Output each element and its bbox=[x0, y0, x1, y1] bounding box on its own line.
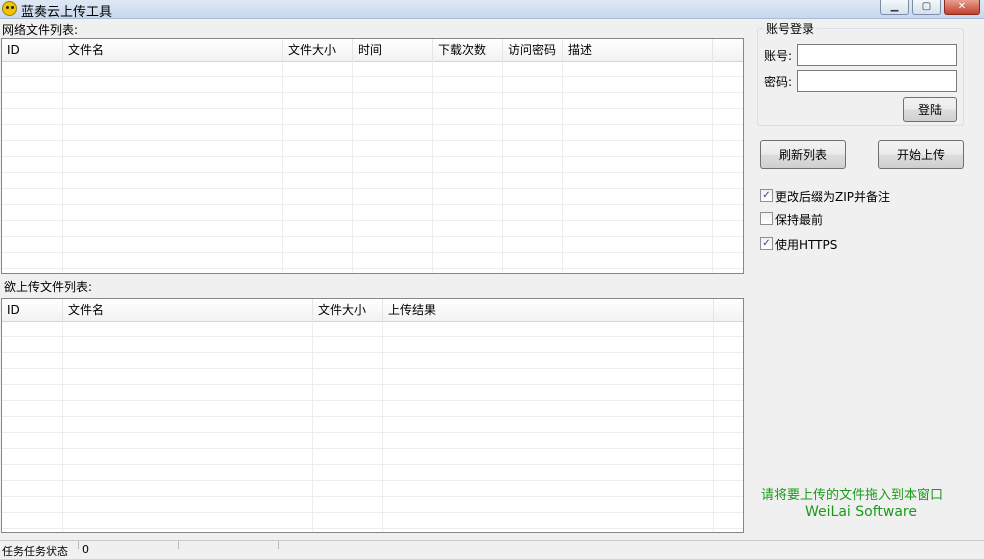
drag-hint-text: 请将要上传的文件拖入到本窗口 bbox=[761, 488, 944, 503]
password-input[interactable] bbox=[797, 70, 957, 92]
column-header-filename[interactable]: 文件名 bbox=[63, 39, 283, 61]
login-button[interactable]: 登陆 bbox=[903, 97, 957, 122]
zip-suffix-label: 更改后缀为ZIP并备注 bbox=[775, 190, 890, 204]
grid-line bbox=[62, 321, 63, 532]
keep-on-top-checkbox[interactable] bbox=[760, 212, 773, 225]
status-segment-count: 0 bbox=[82, 543, 89, 556]
network-list-label: 网络文件列表: bbox=[2, 23, 79, 37]
password-label: 密码: bbox=[764, 75, 793, 89]
title-bar: 蓝奏云上传工具 ▁ ▢ ✕ bbox=[0, 0, 984, 20]
checkmark-icon: ✓ bbox=[762, 238, 771, 249]
upload-file-list[interactable]: ID 文件名 文件大小 上传结果 bbox=[1, 298, 744, 533]
start-upload-button[interactable]: 开始上传 bbox=[878, 140, 964, 169]
grid-line bbox=[282, 61, 283, 273]
close-button[interactable]: ✕ bbox=[944, 0, 980, 15]
column-header-filesize[interactable]: 文件大小 bbox=[313, 299, 383, 321]
grid-line bbox=[713, 321, 714, 532]
app-icon bbox=[2, 1, 17, 16]
grid-line bbox=[502, 61, 503, 273]
account-input[interactable] bbox=[797, 44, 957, 66]
network-list-rows[interactable] bbox=[2, 61, 743, 273]
upload-list-rows[interactable] bbox=[2, 321, 743, 532]
grid-line bbox=[562, 61, 563, 273]
network-list-header: ID 文件名 文件大小 时间 下载次数 访问密码 描述 bbox=[2, 39, 743, 62]
column-header-filename[interactable]: 文件名 bbox=[63, 299, 313, 321]
window-title: 蓝奏云上传工具 bbox=[21, 5, 113, 20]
brand-text: WeiLai Software bbox=[805, 504, 917, 520]
minimize-button[interactable]: ▁ bbox=[880, 0, 909, 15]
login-group-title: 账号登录 bbox=[763, 20, 818, 37]
grid-line bbox=[432, 61, 433, 273]
column-header-upload-result[interactable]: 上传结果 bbox=[383, 299, 714, 321]
column-header-id[interactable]: ID bbox=[2, 299, 63, 321]
upload-list-label: 欲上传文件列表: bbox=[4, 280, 93, 294]
column-header-time[interactable]: 时间 bbox=[353, 39, 433, 61]
grid-line bbox=[312, 321, 313, 532]
checkmark-icon: ✓ bbox=[762, 190, 771, 201]
network-file-list[interactable]: ID 文件名 文件大小 时间 下载次数 访问密码 描述 bbox=[1, 38, 744, 274]
keep-on-top-label: 保持最前 bbox=[775, 213, 824, 227]
status-segment-task: 任务任务状态 bbox=[2, 545, 68, 558]
maximize-button[interactable]: ▢ bbox=[912, 0, 941, 15]
column-header-id[interactable]: ID bbox=[2, 39, 63, 61]
column-header-downloads[interactable]: 下载次数 bbox=[433, 39, 503, 61]
zip-suffix-checkbox[interactable]: ✓ bbox=[760, 189, 773, 202]
use-https-checkbox[interactable]: ✓ bbox=[760, 237, 773, 250]
refresh-list-button[interactable]: 刷新列表 bbox=[760, 140, 846, 169]
column-header-filesize[interactable]: 文件大小 bbox=[283, 39, 353, 61]
account-label: 账号: bbox=[764, 49, 793, 63]
grid-line bbox=[712, 61, 713, 273]
upload-list-header: ID 文件名 文件大小 上传结果 bbox=[2, 299, 743, 322]
use-https-label: 使用HTTPS bbox=[775, 238, 838, 252]
grid-line bbox=[382, 321, 383, 532]
grid-line bbox=[62, 61, 63, 273]
column-header-password[interactable]: 访问密码 bbox=[503, 39, 563, 61]
grid-line bbox=[352, 61, 353, 273]
column-header-description[interactable]: 描述 bbox=[563, 39, 713, 61]
